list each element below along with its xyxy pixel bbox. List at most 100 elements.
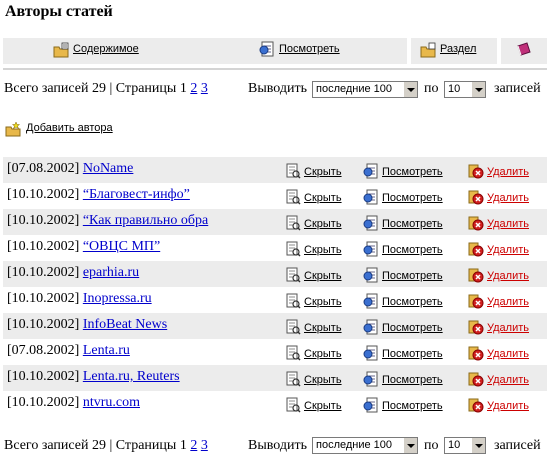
delete-link[interactable]: Удалить	[487, 374, 529, 386]
show-select-value: последние 100	[316, 83, 393, 95]
hide-icon	[286, 293, 301, 309]
page-link-3[interactable]: 3	[201, 438, 208, 453]
hide-link[interactable]: Скрыть	[304, 192, 342, 204]
page-link-3[interactable]: 3	[201, 81, 208, 96]
add-folder-icon	[5, 121, 21, 137]
hide-link[interactable]: Скрыть	[304, 218, 342, 230]
view-link[interactable]: Посмотреть	[382, 322, 443, 334]
delete-link[interactable]: Удалить	[487, 322, 529, 334]
per-page-value: 10	[448, 83, 461, 95]
hide-link[interactable]: Скрыть	[304, 296, 342, 308]
view-page-icon	[259, 41, 274, 57]
current-page: 1	[179, 81, 187, 96]
chevron-down-icon[interactable]	[403, 82, 417, 97]
records-total: Всего записей 29 | Страницы	[4, 81, 177, 96]
view-link[interactable]: Посмотреть	[382, 218, 443, 230]
toolbar-main-box: Содержимое Посмотреть	[3, 38, 407, 64]
hide-link[interactable]: Скрыть	[304, 322, 342, 334]
add-author-link[interactable]: Добавить автора	[26, 122, 113, 134]
toolbar-book-box	[501, 38, 547, 64]
per-page-select[interactable]: 10	[444, 437, 486, 454]
folder-section-icon	[420, 42, 436, 58]
hide-icon	[286, 345, 301, 361]
author-date: [10.10.2002]	[7, 213, 80, 228]
hide-link[interactable]: Скрыть	[304, 348, 342, 360]
view-link[interactable]: Посмотреть	[382, 270, 443, 282]
author-name-link[interactable]: “ОВЦС МП”	[83, 239, 160, 254]
page-link-2[interactable]: 2	[190, 81, 197, 96]
hide-link[interactable]: Скрыть	[304, 374, 342, 386]
view-link[interactable]: Посмотреть	[382, 348, 443, 360]
view-link[interactable]: Посмотреть	[382, 400, 443, 412]
delete-link[interactable]: Удалить	[487, 218, 529, 230]
view-icon	[363, 267, 378, 283]
delete-icon	[468, 190, 484, 205]
view-link[interactable]: Посмотреть	[382, 296, 443, 308]
view-icon	[363, 397, 378, 413]
delete-icon	[468, 216, 484, 231]
hide-icon	[286, 267, 301, 283]
delete-link[interactable]: Удалить	[487, 296, 529, 308]
author-name-link[interactable]: Lenta.ru, Reuters	[83, 369, 180, 384]
table-row: [10.10.2002] eparhia.ru Скрыть Посмотреть У…	[3, 261, 547, 287]
author-entry: [10.10.2002] “ОВЦС МП”	[7, 239, 160, 255]
author-name-link[interactable]: InfoBeat News	[83, 317, 167, 332]
show-select-value: последние 100	[316, 439, 393, 451]
delete-link[interactable]: Удалить	[487, 270, 529, 282]
book-icon[interactable]	[516, 42, 532, 58]
view-toolbar-link[interactable]: Посмотреть	[279, 43, 340, 55]
view-link[interactable]: Посмотреть	[382, 166, 443, 178]
delete-icon	[468, 398, 484, 413]
delete-icon	[468, 164, 484, 179]
author-name-link[interactable]: ntvru.com	[83, 395, 140, 410]
hide-icon	[286, 371, 301, 387]
view-link[interactable]: Посмотреть	[382, 374, 443, 386]
chevron-down-icon[interactable]	[403, 438, 417, 453]
author-entry: [10.10.2002] ntvru.com	[7, 395, 140, 411]
hide-link[interactable]: Скрыть	[304, 400, 342, 412]
author-entry: [10.10.2002] InfoBeat News	[7, 317, 167, 333]
chevron-down-icon[interactable]	[471, 438, 485, 453]
author-date: [10.10.2002]	[7, 395, 80, 410]
view-link[interactable]: Посмотреть	[382, 192, 443, 204]
table-row: [10.10.2002] Inopressa.ru Скрыть Посмотрет…	[3, 287, 547, 313]
author-name-link[interactable]: “Благовест-инфо”	[83, 187, 190, 202]
delete-link[interactable]: Удалить	[487, 244, 529, 256]
hide-link[interactable]: Скрыть	[304, 270, 342, 282]
delete-link[interactable]: Удалить	[487, 348, 529, 360]
delete-link[interactable]: Удалить	[487, 192, 529, 204]
chevron-down-icon[interactable]	[471, 82, 485, 97]
section-link[interactable]: Раздел	[440, 43, 476, 55]
show-label: Выводить	[248, 438, 307, 453]
delete-icon	[468, 242, 484, 257]
view-icon	[363, 189, 378, 205]
author-name-link[interactable]: Inopressa.ru	[83, 291, 152, 306]
view-icon	[363, 163, 378, 179]
author-name-link[interactable]: NoName	[83, 161, 134, 176]
show-select[interactable]: последние 100	[312, 81, 418, 98]
author-name-link[interactable]: “Как правильно обра	[83, 213, 208, 228]
author-date: [10.10.2002]	[7, 187, 80, 202]
delete-link[interactable]: Удалить	[487, 166, 529, 178]
show-label: Выводить	[248, 81, 307, 96]
hide-link[interactable]: Скрыть	[304, 166, 342, 178]
view-link[interactable]: Посмотреть	[382, 244, 443, 256]
hide-icon	[286, 241, 301, 257]
author-name-link[interactable]: Lenta.ru	[83, 343, 130, 358]
per-page-select[interactable]: 10	[444, 81, 486, 98]
table-row: [07.08.2002] NoName Скрыть Посмотреть Удали…	[3, 157, 547, 183]
delete-icon	[468, 372, 484, 387]
contents-link[interactable]: Содержимое	[73, 43, 139, 55]
hide-icon	[286, 189, 301, 205]
show-select[interactable]: последние 100	[312, 437, 418, 454]
author-name-link[interactable]: eparhia.ru	[83, 265, 139, 280]
hide-link[interactable]: Скрыть	[304, 244, 342, 256]
delete-link[interactable]: Удалить	[487, 400, 529, 412]
table-row: [10.10.2002] “ОВЦС МП” Скрыть Посмотреть Уд…	[3, 235, 547, 261]
author-date: [10.10.2002]	[7, 369, 80, 384]
page-link-2[interactable]: 2	[190, 438, 197, 453]
author-entry: [07.08.2002] NoName	[7, 161, 133, 177]
table-row: [10.10.2002] ntvru.com Скрыть Посмотреть Уд…	[3, 391, 547, 417]
per-label: по	[424, 81, 439, 96]
hide-icon	[286, 215, 301, 231]
